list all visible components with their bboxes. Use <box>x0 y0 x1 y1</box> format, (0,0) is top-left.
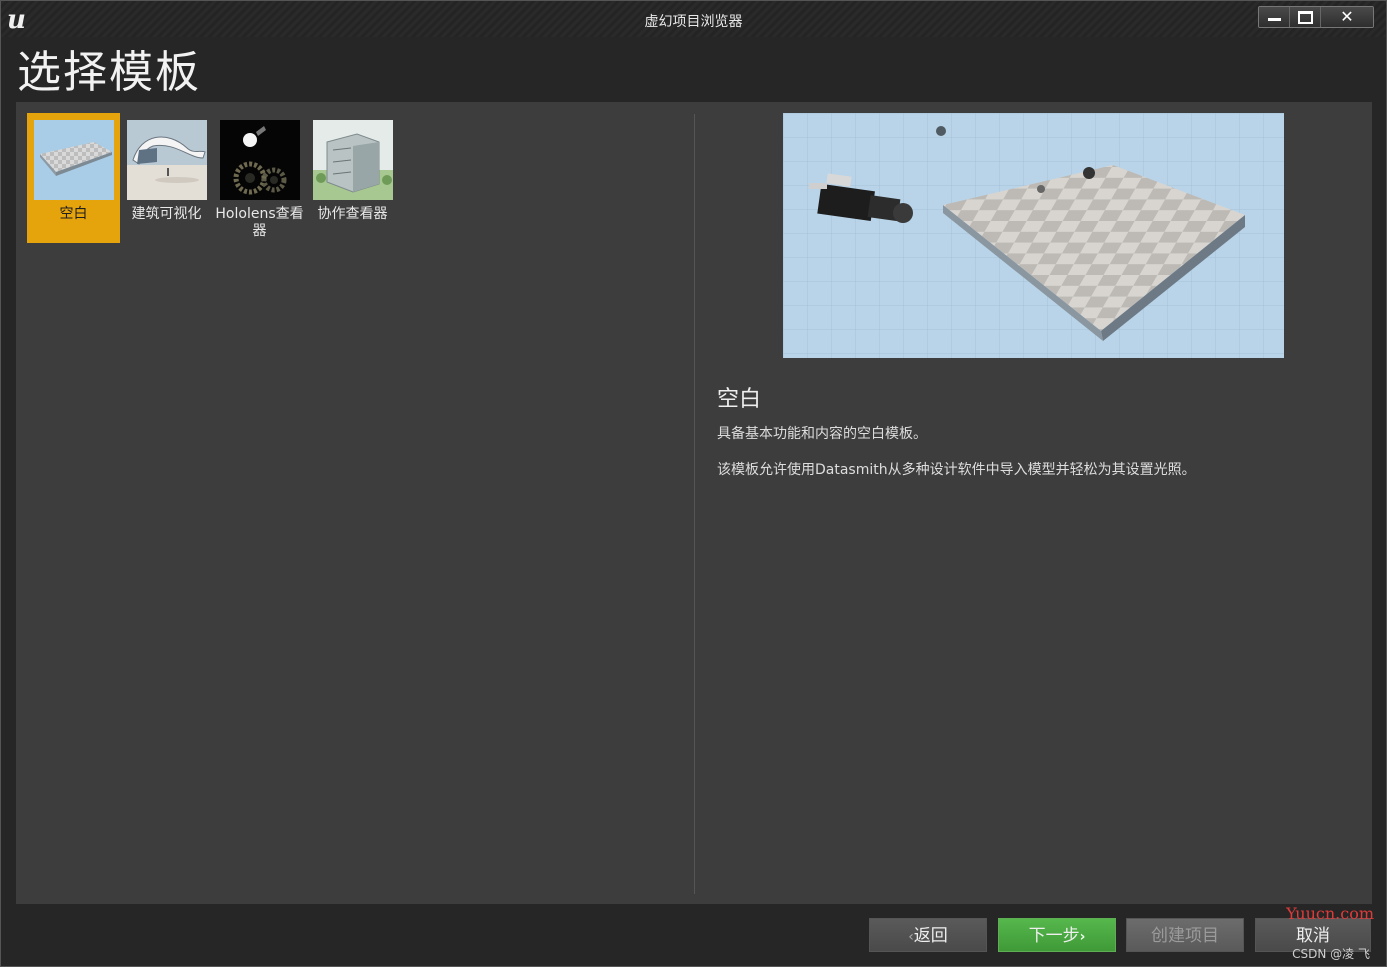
template-panel: 空白 建筑可视化 Hololens查看器 协作查看器 空白 具备基本功能和内容的… <box>16 102 1372 904</box>
template-label: 空白 <box>59 206 88 222</box>
template-tile-hololens[interactable]: Hololens查看器 <box>213 113 306 243</box>
template-description-1: 具备基本功能和内容的空白模板。 <box>717 426 927 442</box>
create-project-label: 创建项目 <box>1151 926 1219 946</box>
hololens-thumbnail-icon <box>220 120 300 200</box>
template-detail-title: 空白 <box>717 387 762 412</box>
template-label: 协作查看器 <box>317 206 388 222</box>
collab-viewer-thumbnail-icon <box>313 120 393 200</box>
back-button[interactable]: ‹返回 <box>869 918 987 952</box>
template-label: Hololens查看器 <box>215 206 304 239</box>
panel-divider <box>694 114 695 894</box>
project-browser-window: u 虚幻项目浏览器 ✕ 选择模板 空白 建筑可视化 Hololens查看器 协作… <box>0 0 1387 967</box>
template-tile-collab-viewer[interactable]: 协作查看器 <box>306 113 399 243</box>
template-list: 空白 建筑可视化 Hololens查看器 协作查看器 <box>27 113 399 243</box>
blank-checkerboard-thumbnail-icon <box>34 120 114 200</box>
maximize-button[interactable] <box>1289 7 1320 27</box>
next-button[interactable]: 下一步› <box>998 918 1116 952</box>
template-preview-image <box>783 113 1284 358</box>
close-icon: ✕ <box>1340 7 1354 26</box>
chevron-right-icon: › <box>1079 929 1086 945</box>
template-tile-architecture[interactable]: 建筑可视化 <box>120 113 213 243</box>
minimize-icon <box>1268 18 1281 21</box>
minimize-button[interactable] <box>1259 7 1289 27</box>
maximize-icon <box>1298 11 1313 24</box>
site-watermark: Yuucn.com <box>1286 904 1374 923</box>
architecture-thumbnail-icon <box>127 120 207 200</box>
author-watermark: CSDN @凌 飞 <box>1292 947 1370 961</box>
window-controls: ✕ <box>1258 6 1374 28</box>
template-label: 建筑可视化 <box>131 206 202 222</box>
create-project-button[interactable]: 创建项目 <box>1126 918 1244 952</box>
cancel-label: 取消 <box>1296 926 1330 946</box>
title-bar[interactable]: u 虚幻项目浏览器 ✕ <box>1 1 1386 37</box>
next-label: 下一步 <box>1028 926 1080 946</box>
template-description-2: 该模板允许使用Datasmith从多种设计软件中导入模型并轻松为其设置光照。 <box>717 462 1196 478</box>
window-title: 虚幻项目浏览器 <box>644 14 743 30</box>
template-tile-blank[interactable]: 空白 <box>27 113 120 243</box>
back-label: 返回 <box>913 926 948 946</box>
close-button[interactable]: ✕ <box>1320 7 1373 27</box>
page-title: 选择模板 <box>17 47 201 98</box>
